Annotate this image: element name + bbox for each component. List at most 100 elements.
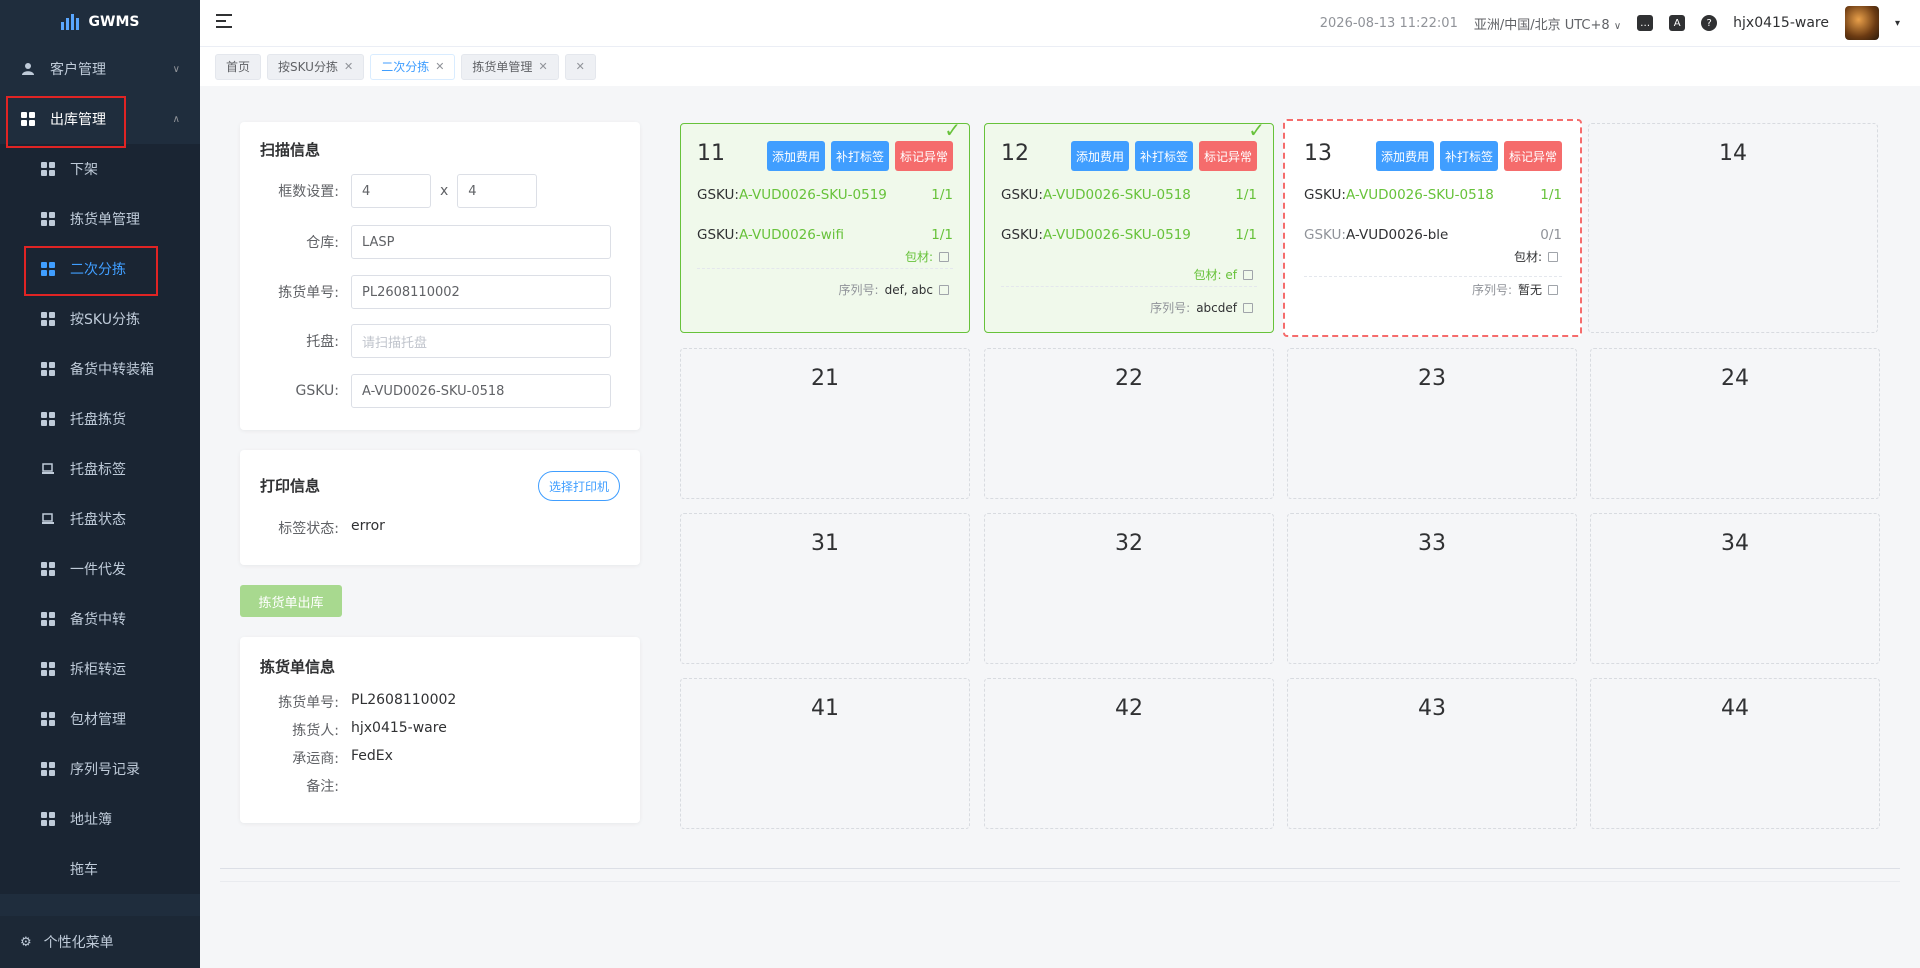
sidebar-item-packaging[interactable]: 包材管理 bbox=[0, 694, 200, 744]
sidebar-item-offshelf[interactable]: 下架 bbox=[0, 144, 200, 194]
slot-card[interactable]: 31 bbox=[680, 513, 970, 664]
gsku-value: A-VUD0026-SKU-0519 bbox=[738, 187, 887, 203]
username[interactable]: hjx0415-ware bbox=[1733, 15, 1829, 31]
close-icon[interactable]: ✕ bbox=[576, 60, 585, 73]
add-fee-button[interactable]: 添加费用 bbox=[1375, 141, 1434, 171]
tab-picklist[interactable]: 拣货单管理 ✕ bbox=[461, 53, 559, 80]
picklist-input[interactable]: PL2608110002 bbox=[351, 275, 611, 309]
mark-error-button[interactable]: 标记异常 bbox=[1503, 141, 1562, 171]
sidebar-item-dropship[interactable]: 一件代发 bbox=[0, 544, 200, 594]
sidebar-item-transit[interactable]: 备货中转 bbox=[0, 594, 200, 644]
avatar[interactable] bbox=[1844, 6, 1879, 40]
edit-icon[interactable] bbox=[939, 251, 949, 262]
slot-card[interactable]: 44 bbox=[1590, 678, 1880, 829]
close-icon[interactable]: ✕ bbox=[435, 60, 444, 73]
language-icon[interactable]: A bbox=[1669, 15, 1686, 31]
picklist-info-title: 拣货单信息 bbox=[260, 658, 336, 676]
edit-icon[interactable] bbox=[939, 284, 949, 295]
gsku-qty: 1/1 bbox=[931, 187, 953, 203]
sidebar-item-devanning[interactable]: 拆柜转运 bbox=[0, 644, 200, 694]
tab-home[interactable]: 首页 bbox=[215, 53, 262, 80]
help-icon[interactable]: ? bbox=[1701, 15, 1718, 31]
printer-icon bbox=[40, 461, 56, 477]
sidebar-item-address-book[interactable]: 地址簿 bbox=[0, 794, 200, 844]
reprint-label-button[interactable]: 补打标签 bbox=[1134, 141, 1193, 171]
carrier-value: FedEx bbox=[351, 748, 393, 764]
slot-card[interactable]: 13 添加费用 补打标签 标记异常 GSKU:A-VUD0026-SKU-051… bbox=[1283, 119, 1582, 337]
slot-card[interactable]: 21 bbox=[680, 348, 970, 499]
slot-card[interactable]: 34 bbox=[1590, 513, 1880, 664]
edit-icon[interactable] bbox=[1243, 269, 1253, 280]
sidebar-item-sku-sort[interactable]: 按SKU分拣 bbox=[0, 294, 200, 344]
close-icon[interactable]: ✕ bbox=[538, 60, 547, 73]
add-fee-button[interactable]: 添加费用 bbox=[1070, 141, 1129, 171]
tab-close-all[interactable]: ✕ bbox=[564, 53, 596, 80]
sidebar-item-secondary-sort[interactable]: 二次分拣 bbox=[0, 244, 200, 296]
reprint-label-button[interactable]: 补打标签 bbox=[1439, 141, 1498, 171]
slot-card[interactable]: 33 bbox=[1287, 513, 1577, 664]
pallet-input[interactable]: 请扫描托盘 bbox=[351, 324, 611, 358]
menu-toggle-icon[interactable] bbox=[216, 14, 234, 30]
sidebar-item-serial-records[interactable]: 序列号记录 bbox=[0, 744, 200, 794]
user-icon bbox=[20, 61, 36, 77]
slot-card[interactable]: ✓ 11 添加费用 补打标签 标记异常 GSKU:A-VUD0026-SKU-0… bbox=[680, 118, 970, 333]
mark-error-button[interactable]: 标记异常 bbox=[1198, 141, 1257, 171]
serial-label: 序列号: bbox=[1150, 301, 1191, 315]
edit-icon[interactable] bbox=[1548, 284, 1558, 295]
print-title: 打印信息 bbox=[260, 477, 321, 495]
sidebar-item-label: 托盘标签 bbox=[70, 462, 126, 478]
check-icon: ✓ bbox=[1248, 118, 1265, 142]
sidebar-custom-menu[interactable]: ⚙ 个性化菜单 bbox=[0, 916, 200, 968]
edit-icon[interactable] bbox=[1243, 302, 1253, 313]
chevron-down-icon: ∨ bbox=[1613, 20, 1622, 32]
gsku-label: GSKU: bbox=[295, 383, 339, 399]
reprint-label-button[interactable]: 补打标签 bbox=[830, 141, 889, 171]
gsku-qty: 1/1 bbox=[1235, 227, 1257, 243]
add-fee-button[interactable]: 添加费用 bbox=[766, 141, 825, 171]
sidebar-item-outbound[interactable]: 出库管理 ∧ bbox=[0, 94, 200, 148]
tab-secondary-sort[interactable]: 二次分拣 ✕ bbox=[370, 53, 456, 80]
serial-value: 暂无 bbox=[1517, 283, 1542, 297]
gsku-input[interactable]: A-VUD0026-SKU-0518 bbox=[351, 374, 611, 408]
slot-number: 44 bbox=[1721, 696, 1749, 721]
gsku-label: GSKU: bbox=[1304, 227, 1346, 243]
slot-card[interactable]: 41 bbox=[680, 678, 970, 829]
slot-card[interactable]: 42 bbox=[984, 678, 1274, 829]
slot-card[interactable]: 32 bbox=[984, 513, 1274, 664]
gear-icon: ⚙ bbox=[20, 934, 32, 950]
mark-error-button[interactable]: 标记异常 bbox=[894, 141, 953, 171]
slot-number: 41 bbox=[811, 696, 839, 721]
slot-card[interactable]: 23 bbox=[1287, 348, 1577, 499]
tab-label: 拣货单管理 bbox=[472, 60, 533, 74]
close-icon[interactable]: ✕ bbox=[344, 60, 353, 73]
picklist-outbound-button[interactable]: 拣货单出库 bbox=[240, 585, 342, 617]
message-icon[interactable]: … bbox=[1637, 15, 1654, 31]
frame-rows-input[interactable]: 4 bbox=[351, 174, 431, 208]
edit-icon[interactable] bbox=[1548, 251, 1558, 262]
app-logo[interactable]: GWMS bbox=[0, 0, 200, 44]
select-printer-button[interactable]: 选择打印机 bbox=[537, 471, 620, 501]
slot-card[interactable]: 43 bbox=[1287, 678, 1577, 829]
sidebar-item-label: 备货中转 bbox=[70, 612, 126, 628]
sidebar-item-transit-packing[interactable]: 备货中转装箱 bbox=[0, 344, 200, 394]
sidebar-item-customer[interactable]: 客户管理 ∨ bbox=[0, 44, 200, 94]
sidebar-item-picklist[interactable]: 拣货单管理 bbox=[0, 194, 200, 244]
warehouse-input[interactable]: LASP bbox=[351, 225, 611, 259]
sidebar-item-pallet-label[interactable]: 托盘标签 bbox=[0, 444, 200, 494]
slot-card[interactable]: 24 bbox=[1590, 348, 1880, 499]
chevron-down-icon[interactable]: ▾ bbox=[1895, 18, 1900, 29]
sidebar-item-pallet-picking[interactable]: 托盘拣货 bbox=[0, 394, 200, 444]
sidebar-item-label: 客户管理 bbox=[50, 62, 106, 78]
tab-sku-sort[interactable]: 按SKU分拣 ✕ bbox=[267, 53, 365, 80]
frame-cols-input[interactable]: 4 bbox=[457, 174, 538, 208]
scan-panel: 扫描信息 框数设置: 4 x 4 仓库: LASP 拣货单号: PL260811… bbox=[240, 122, 640, 430]
sidebar-item-trailer[interactable]: 拖车 bbox=[0, 844, 200, 894]
timezone-select[interactable]: 亚洲/中国/北京 UTC+8 ∨ bbox=[1474, 14, 1621, 33]
serial-label: 序列号: bbox=[1471, 283, 1512, 297]
sidebar-item-pallet-status[interactable]: 托盘状态 bbox=[0, 494, 200, 544]
gsku-label: GSKU: bbox=[1001, 187, 1043, 203]
slot-card[interactable]: 14 bbox=[1588, 123, 1878, 333]
slot-card[interactable]: 22 bbox=[984, 348, 1274, 499]
picklist-info-panel: 拣货单信息 拣货单号: PL2608110002 拣货人: hjx0415-ware… bbox=[240, 637, 640, 823]
slot-card[interactable]: ✓ 12 添加费用 补打标签 标记异常 GSKU:A-VUD0026-SKU-0… bbox=[984, 118, 1274, 333]
